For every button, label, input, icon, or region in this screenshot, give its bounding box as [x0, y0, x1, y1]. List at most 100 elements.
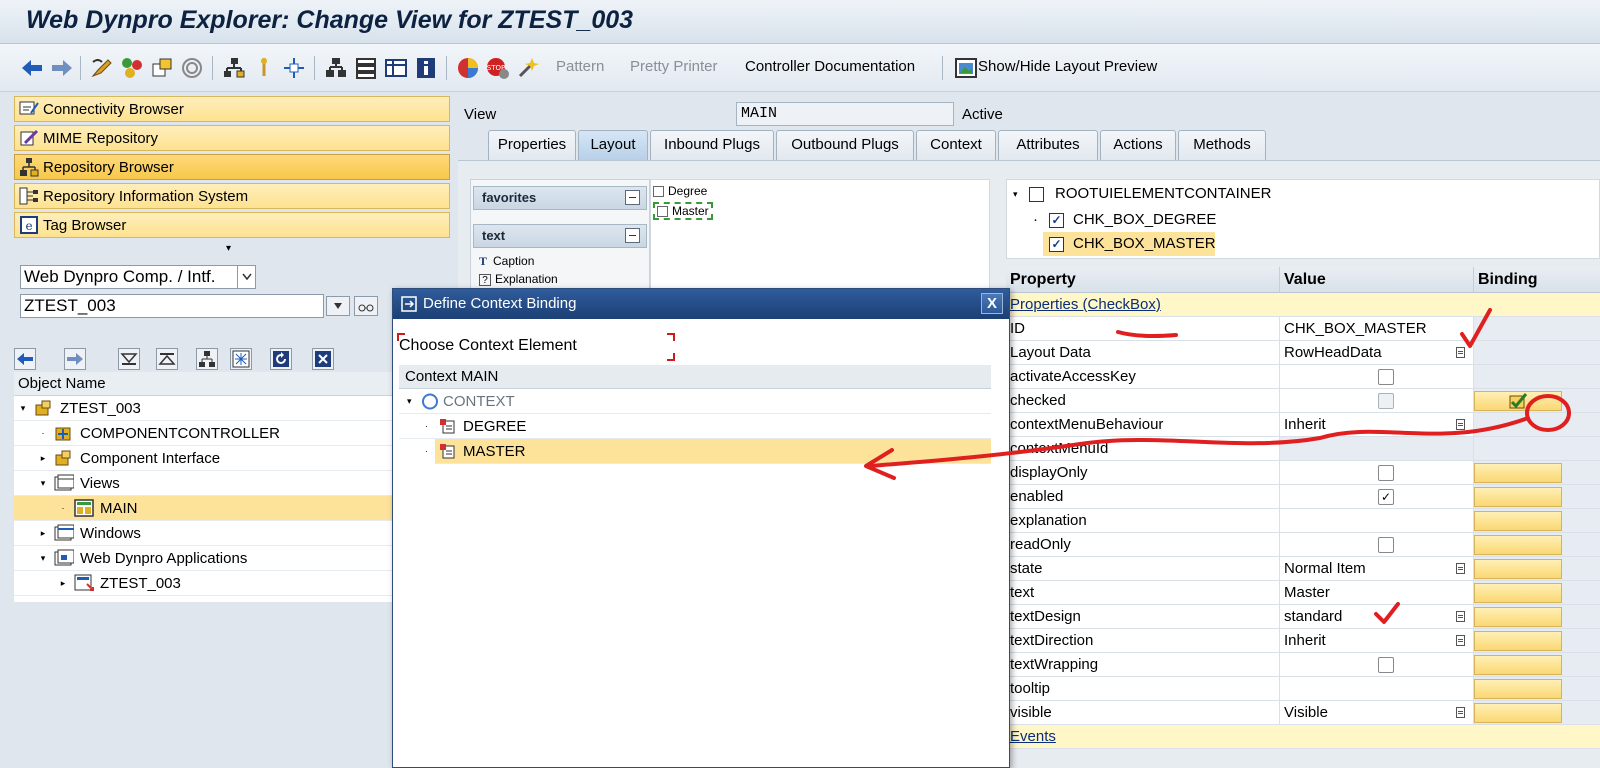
- expander[interactable]: ▸: [38, 446, 48, 471]
- display-change-icon[interactable]: [90, 56, 114, 80]
- binding-button[interactable]: [1474, 631, 1562, 651]
- expander[interactable]: ·: [38, 421, 48, 446]
- tab-context[interactable]: Context: [916, 130, 996, 160]
- binding-button[interactable]: [1474, 487, 1562, 507]
- context-node-context[interactable]: ▾ CONTEXT: [399, 389, 991, 414]
- object-name-dropdown-button[interactable]: [326, 296, 350, 316]
- property-value-input[interactable]: CHK_BOX_MASTER: [1280, 317, 1474, 340]
- property-checkbox-checked[interactable]: ✓: [1378, 489, 1394, 505]
- ui-node-root[interactable]: ▾ ROOTUIELEMENTCONTAINER: [1007, 182, 1271, 206]
- connectivity-browser-button[interactable]: Connectivity Browser: [14, 96, 450, 122]
- mime-repository-button[interactable]: MIME Repository: [14, 125, 450, 151]
- property-section-events[interactable]: Events: [1006, 725, 1600, 749]
- property-value-select[interactable]: RowHeadData: [1280, 341, 1474, 364]
- tree-node-windows[interactable]: ▸ Windows: [14, 521, 394, 546]
- breakpoint-icon[interactable]: [456, 56, 480, 80]
- tab-attributes[interactable]: Attributes: [998, 130, 1098, 160]
- tree-node-component-interface[interactable]: ▸ Component Interface: [14, 446, 394, 471]
- navigation-icon[interactable]: [282, 56, 306, 80]
- object-list-icon[interactable]: [324, 56, 348, 80]
- context-attribute-degree[interactable]: · DEGREE: [399, 414, 991, 439]
- binding-button[interactable]: [1474, 463, 1562, 483]
- palette-item-explanation[interactable]: ? Explanation: [479, 272, 558, 286]
- tree-node-ztest-003[interactable]: ▾ ZTEST_003: [14, 396, 394, 421]
- forward-arrow-icon[interactable]: [50, 56, 74, 80]
- expander[interactable]: ▾: [38, 471, 48, 496]
- binding-button[interactable]: [1474, 703, 1562, 723]
- preview-checkbox-master[interactable]: Master: [653, 202, 713, 220]
- repository-information-system-button[interactable]: Repository Information System: [14, 183, 450, 209]
- stop-icon[interactable]: STOP: [486, 56, 510, 80]
- hierarchy-icon[interactable]: [196, 348, 218, 370]
- collapse-node-icon[interactable]: [118, 348, 140, 370]
- show-hide-layout-preview-button[interactable]: Show/Hide Layout Preview: [978, 58, 1157, 75]
- property-checkbox[interactable]: [1378, 537, 1394, 553]
- tree-node-main[interactable]: · MAIN: [14, 496, 394, 521]
- tree-node-web-dynpro-applications[interactable]: ▾ Web Dynpro Applications: [14, 546, 394, 571]
- binding-button[interactable]: [1474, 655, 1562, 675]
- collapse-box-icon[interactable]: [625, 190, 640, 205]
- controller-documentation-button[interactable]: Controller Documentation: [745, 58, 915, 75]
- property-value-select[interactable]: Visible: [1280, 701, 1474, 724]
- value-help-icon[interactable]: [1456, 347, 1465, 358]
- dialog-title-bar[interactable]: Define Context Binding X: [393, 289, 1009, 319]
- binding-button[interactable]: [1474, 607, 1562, 627]
- ui-node-chk-box-master[interactable]: ✓ CHK_BOX_MASTER: [1043, 232, 1216, 256]
- splitter-handle[interactable]: ▾: [226, 243, 231, 254]
- wizard-icon[interactable]: [516, 56, 540, 80]
- property-value-select[interactable]: standard: [1280, 605, 1474, 628]
- column-header-property[interactable]: Property: [1006, 267, 1280, 292]
- binding-button[interactable]: [1474, 511, 1562, 531]
- tree-node-componentcontroller[interactable]: · COMPONENTCONTROLLER: [14, 421, 394, 446]
- repository-browser-button[interactable]: Repository Browser: [14, 154, 450, 180]
- back-arrow-icon[interactable]: [20, 56, 44, 80]
- object-type-select[interactable]: Web Dynpro Comp. / Intf.: [20, 265, 256, 289]
- tab-outbound-plugs[interactable]: Outbound Plugs: [776, 130, 914, 160]
- binding-button[interactable]: [1474, 583, 1562, 603]
- value-help-icon[interactable]: [1456, 635, 1465, 646]
- freeze-icon[interactable]: [230, 348, 252, 370]
- property-value-select[interactable]: Normal Item: [1280, 557, 1474, 580]
- ui-node-chk-box-degree[interactable]: · ✓ CHK_BOX_DEGREE: [1007, 208, 1217, 232]
- value-help-icon[interactable]: [1456, 611, 1465, 622]
- palette-item-caption[interactable]: T Caption: [479, 254, 534, 269]
- activate-icon[interactable]: [150, 56, 174, 80]
- expand-node-icon[interactable]: [156, 348, 178, 370]
- expander[interactable]: ▸: [38, 521, 48, 546]
- tree-node-views[interactable]: ▾ Views: [14, 471, 394, 496]
- pin-icon[interactable]: [252, 56, 276, 80]
- info-icon[interactable]: [414, 56, 438, 80]
- expander[interactable]: ▸: [58, 571, 68, 596]
- value-help-icon[interactable]: [1456, 707, 1465, 718]
- check-objects-icon[interactable]: [120, 56, 144, 80]
- tree-node-application-ztest-003[interactable]: ▸ ZTEST_003: [14, 571, 394, 596]
- property-checkbox[interactable]: [1378, 657, 1394, 673]
- expander[interactable]: ·: [58, 496, 68, 521]
- collapse-box-icon[interactable]: [625, 228, 640, 243]
- property-checkbox[interactable]: [1378, 369, 1394, 385]
- property-checkbox[interactable]: [1378, 393, 1394, 409]
- stack-icon[interactable]: [354, 56, 378, 80]
- tab-methods[interactable]: Methods: [1178, 130, 1266, 160]
- property-value-select[interactable]: Inherit: [1280, 629, 1474, 652]
- view-name-field[interactable]: MAIN: [736, 102, 954, 126]
- expander[interactable]: ▾: [18, 396, 28, 421]
- close-button[interactable]: X: [981, 293, 1003, 314]
- test-icon[interactable]: [180, 56, 204, 80]
- display-glasses-icon[interactable]: [354, 296, 378, 316]
- binding-button[interactable]: [1474, 391, 1562, 411]
- pretty-printer-button[interactable]: Pretty Printer: [630, 58, 718, 75]
- object-name-input[interactable]: ZTEST_003: [20, 294, 324, 318]
- column-header-binding[interactable]: Binding: [1474, 267, 1600, 292]
- column-header-value[interactable]: Value: [1280, 267, 1474, 292]
- property-value-input[interactable]: Master: [1280, 581, 1474, 604]
- binding-button[interactable]: [1474, 559, 1562, 579]
- property-section-checkbox[interactable]: Properties (CheckBox): [1006, 293, 1600, 317]
- binding-button[interactable]: [1474, 679, 1562, 699]
- expander[interactable]: ▾: [38, 546, 48, 571]
- forward-arrow-icon[interactable]: [64, 348, 86, 370]
- table-icon[interactable]: [384, 56, 408, 80]
- binding-button[interactable]: [1474, 535, 1562, 555]
- tab-layout[interactable]: Layout: [578, 130, 648, 160]
- expander[interactable]: ▾: [1013, 182, 1018, 206]
